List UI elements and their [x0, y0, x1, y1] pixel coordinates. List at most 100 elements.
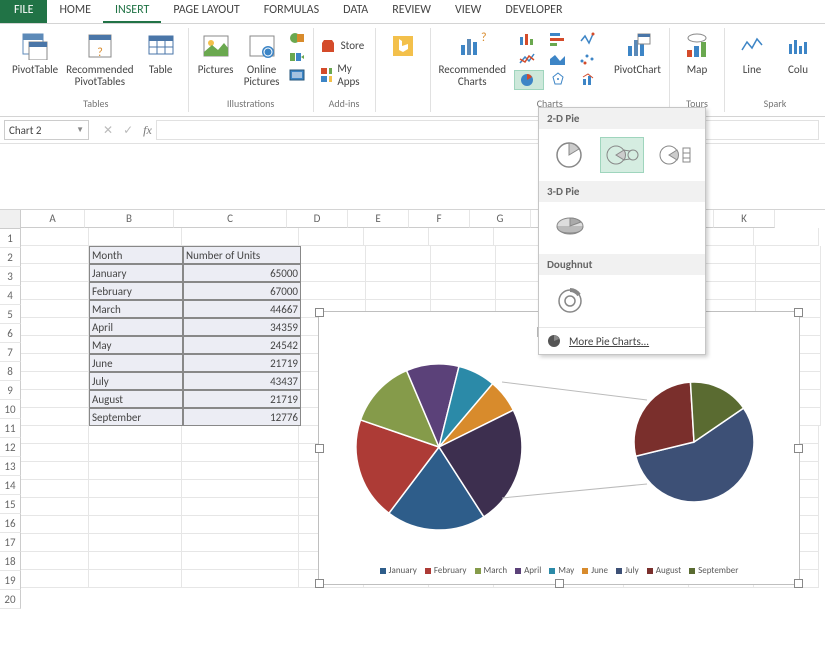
cell[interactable] [21, 282, 89, 300]
main-pie[interactable] [339, 352, 539, 532]
cell[interactable]: Number of Units [183, 246, 301, 264]
cell[interactable] [21, 534, 89, 552]
cell[interactable]: 34359 [183, 318, 301, 336]
shapes-button[interactable] [289, 30, 305, 46]
pivotchart-button[interactable]: PivotChart [612, 28, 663, 78]
name-box[interactable]: Chart 2▼ [4, 120, 89, 140]
cell[interactable] [21, 426, 89, 444]
cell[interactable] [182, 462, 299, 480]
cell[interactable] [182, 516, 299, 534]
row-header[interactable]: 16 [0, 514, 21, 533]
pie-of-pie-option[interactable] [600, 137, 645, 173]
column-header[interactable]: K [714, 210, 775, 228]
recommended-pivottables-button[interactable]: ? Recommended PivotTables [64, 28, 135, 90]
row-header[interactable]: 20 [0, 590, 21, 609]
chart-legend[interactable]: JanuaryFebruaryMarchAprilMayJuneJulyAugu… [319, 565, 799, 576]
cell[interactable]: August [89, 390, 183, 408]
column-header[interactable]: A [21, 210, 85, 228]
cell[interactable] [182, 444, 299, 462]
cell[interactable] [21, 462, 89, 480]
cell[interactable]: 24542 [183, 336, 301, 354]
online-pictures-button[interactable]: Online Pictures [241, 28, 283, 90]
cell[interactable]: 44667 [183, 300, 301, 318]
cell[interactable]: 21719 [183, 390, 301, 408]
cell[interactable] [21, 480, 89, 498]
cell[interactable] [366, 246, 431, 264]
legend-item[interactable]: June [582, 565, 608, 576]
combo-chart-button[interactable] [576, 70, 604, 88]
cell[interactable] [89, 462, 182, 480]
formula-bar[interactable] [156, 120, 819, 140]
doughnut-option[interactable] [547, 283, 593, 319]
column-header[interactable]: B [85, 210, 174, 228]
row-header[interactable]: 4 [0, 286, 21, 305]
tab-view[interactable]: VIEW [443, 0, 493, 23]
sparkline-column-button[interactable]: Colu [777, 28, 819, 78]
radar-chart-button[interactable] [546, 70, 574, 88]
cell[interactable] [21, 498, 89, 516]
pie-3d-option[interactable] [547, 210, 593, 246]
bar-of-pie-option[interactable] [652, 137, 697, 173]
cell[interactable]: September [89, 408, 183, 426]
cell[interactable] [21, 318, 89, 336]
legend-item[interactable]: August [647, 565, 681, 576]
column-header[interactable]: F [409, 210, 470, 228]
row-header[interactable]: 19 [0, 571, 21, 590]
cell[interactable] [21, 264, 89, 282]
cell[interactable] [756, 264, 821, 282]
row-header[interactable]: 10 [0, 400, 21, 419]
map-button[interactable]: Map [676, 28, 718, 78]
cell[interactable] [756, 282, 821, 300]
cell[interactable] [21, 408, 89, 426]
cell[interactable] [21, 354, 89, 372]
column-header[interactable]: C [174, 210, 287, 228]
row-header[interactable]: 5 [0, 305, 21, 324]
cell[interactable]: 21719 [183, 354, 301, 372]
cell[interactable] [182, 534, 299, 552]
cell[interactable] [21, 336, 89, 354]
cell[interactable] [366, 282, 431, 300]
cell[interactable] [21, 516, 89, 534]
tab-data[interactable]: DATA [331, 0, 380, 23]
row-header[interactable]: 11 [0, 419, 21, 438]
cell[interactable] [366, 264, 431, 282]
row-header[interactable]: 18 [0, 552, 21, 571]
tab-review[interactable]: REVIEW [380, 0, 443, 23]
store-button[interactable]: Store [320, 38, 365, 54]
column-header[interactable]: G [470, 210, 531, 228]
row-header[interactable]: 9 [0, 381, 21, 400]
cell[interactable] [431, 282, 496, 300]
cell[interactable] [299, 228, 364, 246]
cell[interactable] [301, 246, 366, 264]
smartart-button[interactable] [289, 49, 305, 65]
pie-chart-button[interactable] [514, 70, 544, 90]
legend-item[interactable]: February [425, 565, 467, 576]
enter-formula-icon[interactable]: ✓ [123, 123, 133, 138]
row-header[interactable]: 15 [0, 495, 21, 514]
bing-maps-button[interactable] [382, 28, 424, 64]
pictures-button[interactable]: Pictures [195, 28, 237, 78]
cell[interactable] [89, 570, 182, 588]
cell[interactable] [431, 246, 496, 264]
cell[interactable] [21, 390, 89, 408]
cell[interactable] [21, 444, 89, 462]
legend-item[interactable]: May [549, 565, 574, 576]
tab-home[interactable]: HOME [47, 0, 103, 23]
cell[interactable] [364, 228, 429, 246]
more-pie-charts-button[interactable]: More Pie Charts... [539, 327, 705, 354]
cell[interactable]: January [89, 264, 183, 282]
row-header[interactable]: 3 [0, 267, 21, 286]
column-chart-button[interactable] [514, 30, 542, 48]
cell[interactable]: June [89, 354, 183, 372]
pie-2d-option[interactable] [547, 137, 592, 173]
cell[interactable] [182, 228, 299, 246]
row-header[interactable]: 6 [0, 324, 21, 343]
cell[interactable] [21, 246, 89, 264]
cell[interactable] [89, 480, 182, 498]
column-header[interactable]: E [348, 210, 409, 228]
bar-chart-button[interactable] [544, 30, 572, 48]
row-header[interactable]: 7 [0, 343, 21, 362]
cell[interactable] [301, 264, 366, 282]
area-chart-button[interactable] [544, 50, 572, 68]
cell[interactable] [89, 552, 182, 570]
